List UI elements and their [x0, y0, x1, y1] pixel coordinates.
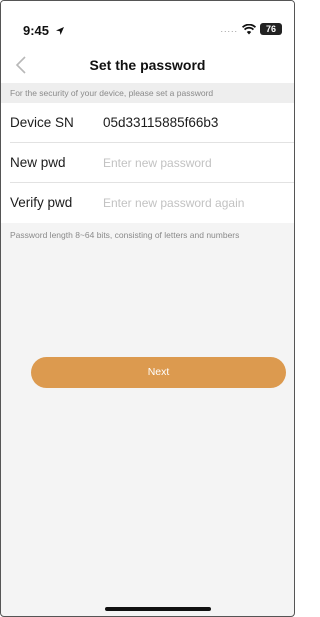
security-hint: For the security of your device, please … [1, 83, 294, 103]
password-rule-hint: Password length 8~64 bits, consisting of… [10, 230, 240, 240]
device-sn-row: Device SN 05d33115885f66b3 [1, 103, 294, 143]
new-pwd-row: New pwd [1, 143, 294, 183]
password-form: Device SN 05d33115885f66b3 New pwd Verif… [1, 103, 294, 223]
verify-pwd-label: Verify pwd [10, 195, 73, 210]
home-indicator [105, 607, 211, 611]
status-time-text: 9:45 [23, 23, 50, 38]
page-title: Set the password [89, 57, 206, 73]
status-bar: 9:45 ..... 76 [1, 1, 294, 47]
location-arrow-icon [55, 27, 64, 35]
wifi-icon [242, 23, 256, 34]
new-pwd-label: New pwd [10, 155, 66, 170]
verify-pwd-row: Verify pwd [1, 183, 294, 223]
device-sn-value: 05d33115885f66b3 [103, 115, 219, 130]
device-sn-label: Device SN [10, 115, 74, 130]
nav-bar: Set the password [1, 47, 294, 83]
next-button[interactable]: Next [31, 357, 286, 388]
status-indicators: ..... 76 [220, 23, 282, 35]
status-time: 9:45 [23, 23, 65, 38]
cellular-signal-icon: ..... [220, 24, 238, 34]
verify-password-input[interactable] [103, 190, 283, 216]
new-password-input[interactable] [103, 150, 283, 176]
battery-icon: 76 [260, 23, 282, 35]
phone-screen: 9:45 ..... 76 Set the password For the s… [0, 0, 295, 617]
